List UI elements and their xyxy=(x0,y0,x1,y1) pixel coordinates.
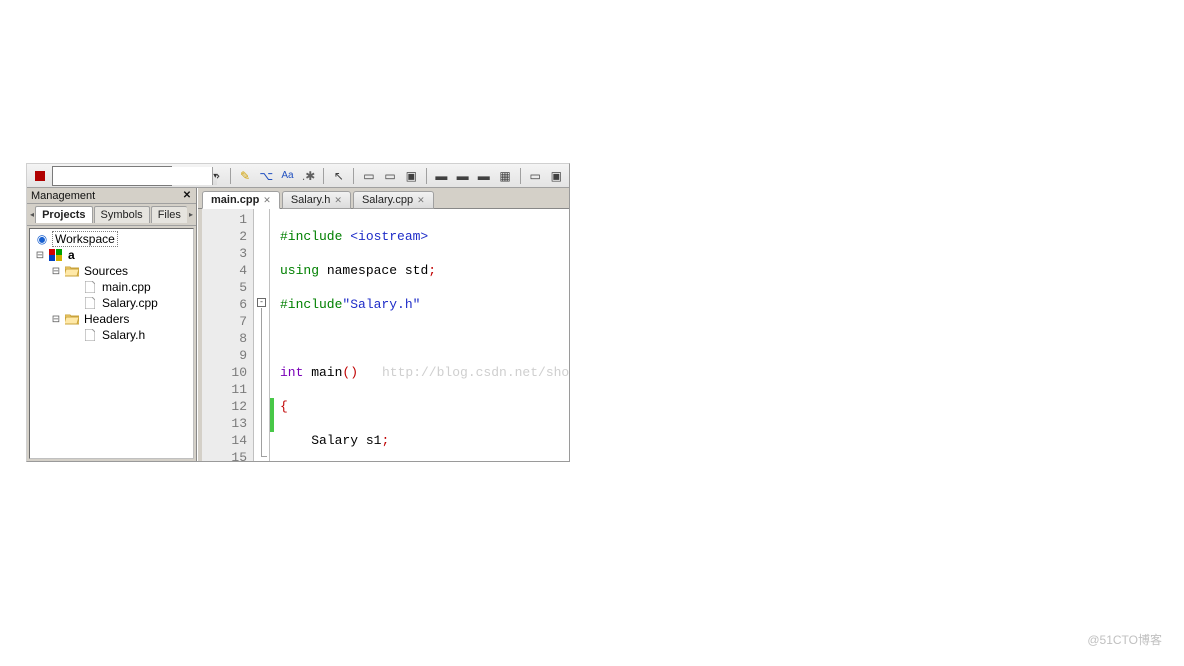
tab-symbols[interactable]: Symbols xyxy=(94,206,150,223)
headers-label: Headers xyxy=(82,312,131,326)
code-content[interactable]: #include <iostream> using namespace std;… xyxy=(276,209,569,461)
window2-icon[interactable]: ▭ xyxy=(382,167,399,185)
separator xyxy=(353,168,354,184)
tree-workspace[interactable]: ◉ Workspace xyxy=(30,231,193,247)
highlighter-icon[interactable]: ✎ xyxy=(236,167,253,185)
editor-area: main.cpp ✕ Salary.h ✕ Salary.cpp ✕ 123 4… xyxy=(197,188,569,461)
management-title: Management xyxy=(31,190,95,202)
close-icon[interactable]: ✕ xyxy=(263,195,271,206)
file-icon xyxy=(82,296,98,310)
tree-file-salary-cpp[interactable]: Salary.cpp xyxy=(30,295,193,311)
format-icon[interactable]: ⌥ xyxy=(258,167,275,185)
file-tab-label: Salary.cpp xyxy=(362,194,413,206)
tab-projects[interactable]: Projects xyxy=(35,206,92,223)
folder-open-icon xyxy=(64,264,80,278)
file-tab-salary-h[interactable]: Salary.h ✕ xyxy=(282,191,351,209)
window-set-icon[interactable]: ▭ xyxy=(527,167,544,185)
tree-headers[interactable]: ⊟ Headers xyxy=(30,311,193,327)
code-editor[interactable]: 123 456 789 101112 131415 - #include <io… xyxy=(198,209,569,461)
file-tab-label: Salary.h xyxy=(291,194,331,206)
tree-file-main[interactable]: main.cpp xyxy=(30,279,193,295)
file-salary-cpp-label: Salary.cpp xyxy=(100,296,160,310)
project-icon xyxy=(48,248,64,262)
layout3-icon[interactable]: ▬ xyxy=(475,167,492,185)
fold-box-icon[interactable]: - xyxy=(257,298,266,307)
search-combo[interactable]: ▾ xyxy=(52,166,172,186)
line-number-gutter: 123 456 789 101112 131415 xyxy=(202,209,254,461)
main-toolbar: ▾ ⇐ ⇒ ✎ ⌥ Aa .✱ ↖ ▭ ▭ ▣ ▬ ▬ ▬ ▦ ▭ ▣ xyxy=(27,164,569,188)
fold-gutter: - xyxy=(254,209,270,461)
folder-open-icon xyxy=(64,312,80,326)
tree-project[interactable]: ⊟ a xyxy=(30,247,193,263)
management-tabs: ◂ Projects Symbols Files ▸ xyxy=(27,204,196,226)
close-icon[interactable]: ✕ xyxy=(417,195,425,206)
ide-window: ▾ ⇐ ⇒ ✎ ⌥ Aa .✱ ↖ ▭ ▭ ▣ ▬ ▬ ▬ ▦ ▭ ▣ Mana… xyxy=(26,163,570,462)
workspace-label: Workspace xyxy=(52,231,118,247)
window-icon[interactable]: ▭ xyxy=(360,167,377,185)
separator xyxy=(520,168,521,184)
file-main-label: main.cpp xyxy=(100,280,153,294)
project-label: a xyxy=(66,248,77,262)
search-input[interactable] xyxy=(53,167,212,185)
layout1-icon[interactable]: ▬ xyxy=(433,167,450,185)
tree-file-salary-h[interactable]: Salary.h xyxy=(30,327,193,343)
change-marker-gutter xyxy=(270,209,276,461)
project-tree[interactable]: ◉ Workspace ⊟ a ⊟ Sources main. xyxy=(29,228,194,459)
window-set2-icon[interactable]: ▣ xyxy=(548,167,565,185)
tab-scroll-right-icon[interactable]: ▸ xyxy=(188,206,194,224)
file-tab-main[interactable]: main.cpp ✕ xyxy=(202,191,280,209)
cursor-icon[interactable]: ↖ xyxy=(330,167,347,185)
expand-icon[interactable]: ⊟ xyxy=(34,250,46,261)
window3-icon[interactable]: ▣ xyxy=(403,167,420,185)
chevron-down-icon[interactable]: ▾ xyxy=(212,167,217,185)
expand-icon[interactable]: ⊟ xyxy=(50,314,62,325)
page-credit: @51CTO博客 xyxy=(1087,631,1162,648)
layout4-icon[interactable]: ▦ xyxy=(496,167,513,185)
file-tab-salary-cpp[interactable]: Salary.cpp ✕ xyxy=(353,191,434,209)
file-tabs: main.cpp ✕ Salary.h ✕ Salary.cpp ✕ xyxy=(198,188,569,209)
expand-icon[interactable]: ⊟ xyxy=(50,266,62,277)
management-panel: Management ✕ ◂ Projects Symbols Files ▸ … xyxy=(27,188,197,461)
tab-files[interactable]: Files xyxy=(151,206,187,223)
layout2-icon[interactable]: ▬ xyxy=(454,167,471,185)
regex-icon[interactable]: .✱ xyxy=(300,167,317,185)
workspace-icon: ◉ xyxy=(34,232,50,246)
separator xyxy=(230,168,231,184)
close-icon[interactable]: ✕ xyxy=(334,195,342,206)
tree-sources[interactable]: ⊟ Sources xyxy=(30,263,193,279)
file-icon xyxy=(82,328,98,342)
stop-icon[interactable] xyxy=(31,167,48,185)
separator xyxy=(426,168,427,184)
management-title-bar: Management ✕ xyxy=(27,188,196,204)
close-icon[interactable]: ✕ xyxy=(180,189,194,203)
match-case-icon[interactable]: Aa xyxy=(279,167,296,185)
file-tab-label: main.cpp xyxy=(211,194,259,206)
file-icon xyxy=(82,280,98,294)
separator xyxy=(323,168,324,184)
sources-label: Sources xyxy=(82,264,130,278)
file-salary-h-label: Salary.h xyxy=(100,328,147,342)
